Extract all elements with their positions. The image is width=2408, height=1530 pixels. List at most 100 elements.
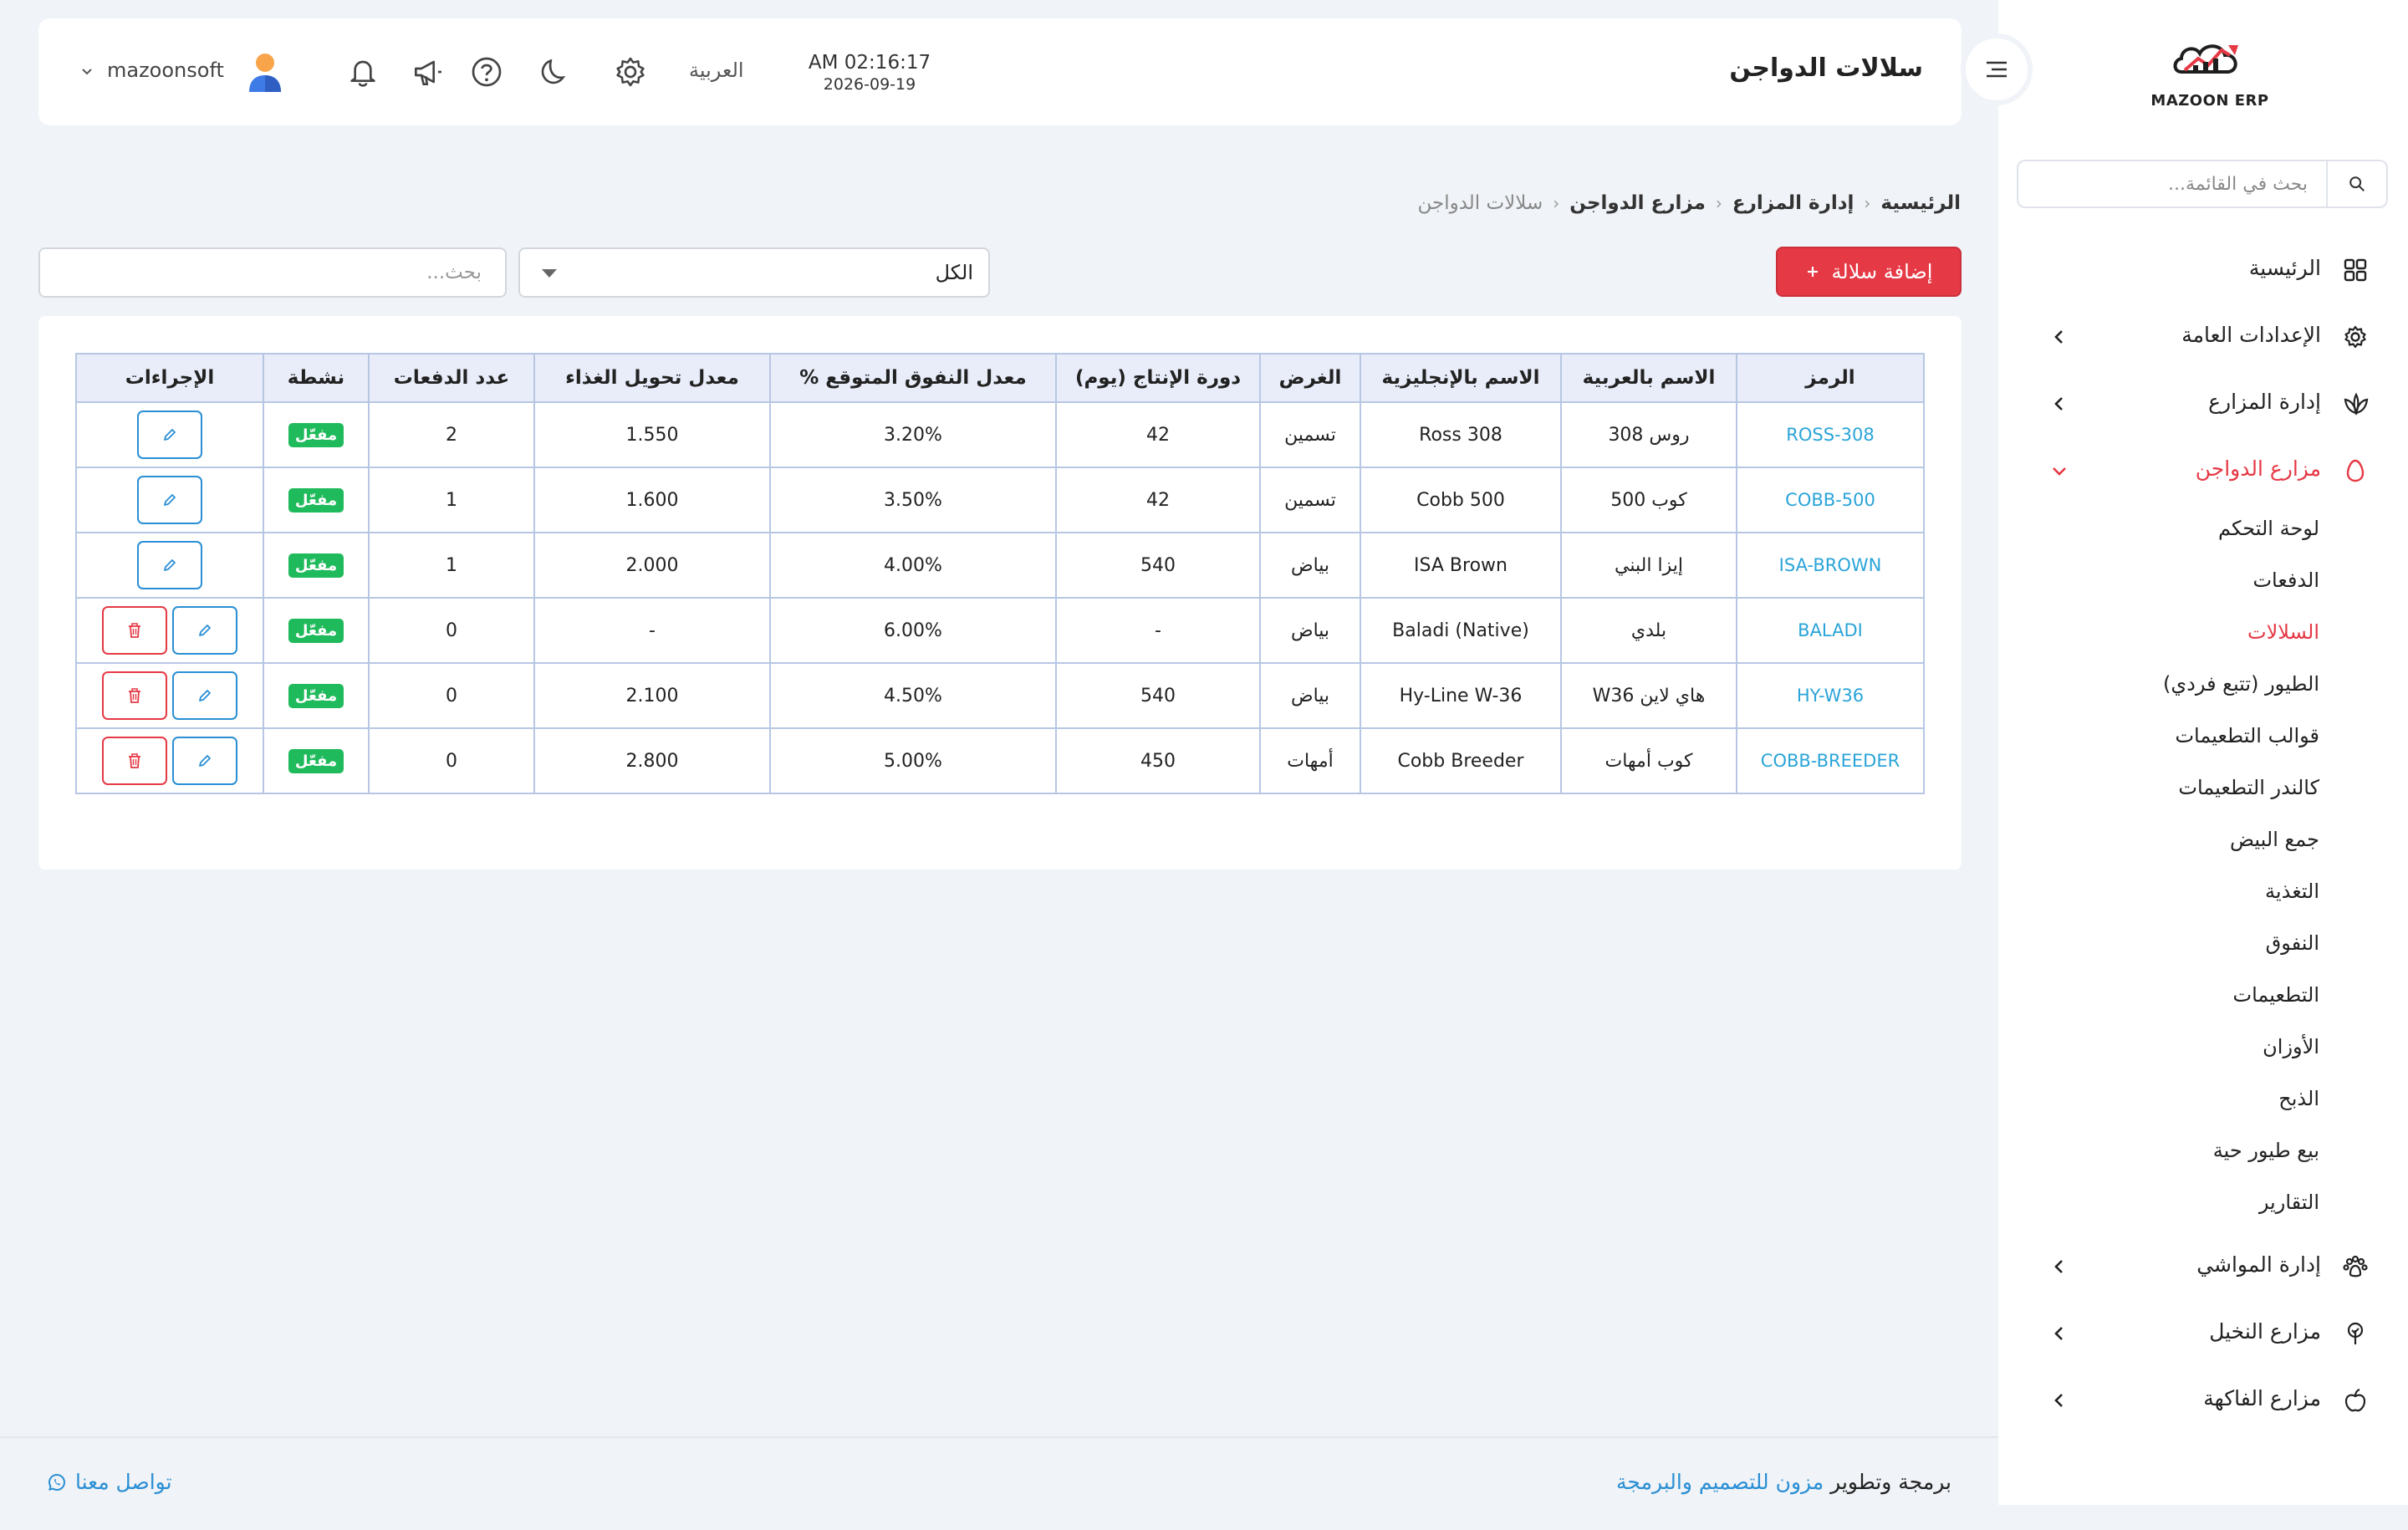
sidebar-item-livestock[interactable]: إدارة المواشي xyxy=(1998,1241,2408,1291)
contact-us-link[interactable]: تواصل معنا xyxy=(47,1470,172,1494)
bell-icon[interactable] xyxy=(346,55,380,89)
help-icon[interactable] xyxy=(470,55,503,89)
col-header-batches[interactable]: عدد الدفعات xyxy=(368,353,535,403)
cell-cycle: 540 xyxy=(1055,532,1261,599)
sidebar-item-poultry-farms[interactable]: مزارع الدواجن xyxy=(1998,445,2408,495)
menu-toggle-button[interactable] xyxy=(1961,33,2033,105)
row-actions xyxy=(102,737,237,785)
logo-mark-icon xyxy=(2173,44,2238,74)
cell-cycle: 42 xyxy=(1055,467,1261,533)
cell-batches: 0 xyxy=(368,727,535,794)
edit-button[interactable] xyxy=(137,476,202,524)
sidebar-subitem-vaccinations[interactable]: التطعيمات xyxy=(2232,983,2319,1007)
delete-button[interactable] xyxy=(102,606,167,655)
col-header-code[interactable]: الرمز xyxy=(1736,353,1925,403)
breadcrumb-home[interactable]: الرئيسية xyxy=(1880,192,1961,214)
sidebar-subitem-dashboard[interactable]: لوحة التحكم xyxy=(2218,517,2319,540)
status-filter-select[interactable]: الكل xyxy=(518,247,990,298)
col-header-mortality[interactable]: معدل النفوق المتوقع % xyxy=(769,353,1057,403)
megaphone-icon[interactable] xyxy=(411,55,445,89)
edit-button[interactable] xyxy=(137,541,202,589)
sidebar-subitem-slaughter[interactable]: الذبح xyxy=(2278,1087,2319,1110)
sidebar-subitem-feeding[interactable]: التغذية xyxy=(2265,880,2319,903)
logo[interactable]: MAZOON ERP xyxy=(2147,33,2273,110)
row-actions xyxy=(137,476,202,524)
col-header-purpose[interactable]: الغرض xyxy=(1259,353,1361,403)
trash-icon xyxy=(127,752,142,769)
sidebar-item-label: مزارع النخيل xyxy=(2209,1319,2321,1344)
delete-button[interactable] xyxy=(102,671,167,720)
sidebar-search-button[interactable] xyxy=(2326,161,2386,207)
gear-icon[interactable] xyxy=(614,55,647,89)
table-search xyxy=(38,247,507,298)
cell-mortality: 3.20% xyxy=(769,401,1057,468)
cell-cycle: 42 xyxy=(1055,401,1261,468)
cell-purpose: بياض xyxy=(1259,532,1361,599)
sidebar-item-label: مزارع الفاكهة xyxy=(2203,1386,2321,1410)
delete-button[interactable] xyxy=(102,737,167,785)
cell-batches: 2 xyxy=(368,401,535,468)
logo-text: MAZOON ERP xyxy=(2150,92,2269,110)
chevron-left-icon xyxy=(2050,328,2069,346)
chevron-left-icon xyxy=(2050,1324,2069,1343)
sidebar-subitem-birds[interactable]: الطيور (تتبع فردي) xyxy=(2163,672,2319,696)
col-header-name-en[interactable]: الاسم بالإنجليزية xyxy=(1360,353,1562,403)
cell-name-ar: إيزا البني xyxy=(1560,532,1737,599)
cell-mortality: 5.00% xyxy=(769,727,1057,794)
sidebar-item-palm-farms[interactable]: مزارع النخيل xyxy=(1998,1308,2408,1358)
sidebar-item-fruit-farms[interactable]: مزارع الفاكهة xyxy=(1998,1374,2408,1425)
avatar[interactable] xyxy=(244,50,286,94)
cell-actions xyxy=(75,597,264,664)
menu-icon xyxy=(1983,59,2010,80)
col-header-active[interactable]: نشطة xyxy=(263,353,370,403)
user-name[interactable]: mazoonsoft xyxy=(107,59,224,82)
plus-icon xyxy=(1805,264,1820,279)
cell-code[interactable]: ISA-BROWN xyxy=(1736,532,1925,599)
edit-button[interactable] xyxy=(137,411,202,459)
moon-icon[interactable] xyxy=(538,55,572,89)
breadcrumb-farms[interactable]: إدارة المزارع xyxy=(1732,192,1854,214)
sidebar-subitem-live-bird-sales[interactable]: بيع طيور حية xyxy=(2213,1139,2319,1162)
cell-code[interactable]: COBB-500 xyxy=(1736,467,1925,533)
cell-actions xyxy=(75,532,264,599)
edit-button[interactable] xyxy=(172,737,237,785)
sidebar-item-label: إدارة المزارع xyxy=(2208,390,2321,414)
col-header-name-ar[interactable]: الاسم بالعربية xyxy=(1560,353,1737,403)
breadcrumb-poultry[interactable]: مزارع الدواجن xyxy=(1569,192,1706,214)
cell-code[interactable]: BALADI xyxy=(1736,597,1925,664)
row-actions xyxy=(137,411,202,459)
language-switcher[interactable]: العربية xyxy=(689,59,744,82)
cell-name-en: Hy-Line W-36 xyxy=(1360,662,1562,729)
sidebar-subitem-breeds[interactable]: السلالات xyxy=(2247,620,2319,644)
edit-button[interactable] xyxy=(172,671,237,720)
sidebar-item-farm-management[interactable]: إدارة المزارع xyxy=(1998,378,2408,428)
cell-code[interactable]: COBB-BREEDER xyxy=(1736,727,1925,794)
sidebar-search-input[interactable] xyxy=(2018,161,2328,207)
sidebar-subitem-batches[interactable]: الدفعات xyxy=(2252,569,2319,592)
cell-batches: 1 xyxy=(368,532,535,599)
col-header-fcr[interactable]: معدل تحويل الغذاء xyxy=(533,353,771,403)
cell-purpose: تسمين xyxy=(1259,401,1361,468)
add-breed-button[interactable]: إضافة سلالة xyxy=(1776,247,1962,297)
sidebar-item-general-settings[interactable]: الإعدادات العامة xyxy=(1998,311,2408,361)
chevron-down-icon xyxy=(2050,462,2069,480)
edit-button[interactable] xyxy=(172,606,237,655)
cell-fcr: 2.000 xyxy=(533,532,771,599)
sidebar-subitem-weights[interactable]: الأوزان xyxy=(2263,1035,2319,1058)
sidebar-subitem-mortality[interactable]: النفوق xyxy=(2266,931,2319,955)
cell-code[interactable]: HY-W36 xyxy=(1736,662,1925,729)
footer-brand-link[interactable]: مزون للتصميم والبرمجة xyxy=(1616,1470,1824,1494)
sidebar-subitem-reports[interactable]: التقارير xyxy=(2259,1191,2319,1214)
sidebar-subitem-egg-collection[interactable]: جمع البيض xyxy=(2230,828,2319,851)
sidebar-subitem-vaccine-templates[interactable]: قوالب التطعيمات xyxy=(2175,724,2319,747)
search-icon xyxy=(2348,175,2366,193)
pencil-icon xyxy=(197,688,212,703)
cell-name-ar: روس 308 xyxy=(1560,401,1737,468)
sidebar-item-home[interactable]: الرئيسية xyxy=(1998,244,2408,294)
table-search-input[interactable] xyxy=(40,249,505,296)
chevron-down-icon[interactable] xyxy=(80,65,94,79)
col-header-cycle[interactable]: دورة الإنتاج (يوم) xyxy=(1055,353,1261,403)
cell-code[interactable]: ROSS-308 xyxy=(1736,401,1925,468)
cell-batches: 1 xyxy=(368,467,535,533)
sidebar-subitem-vaccine-calendar[interactable]: كالندر التطعيمات xyxy=(2178,776,2319,799)
